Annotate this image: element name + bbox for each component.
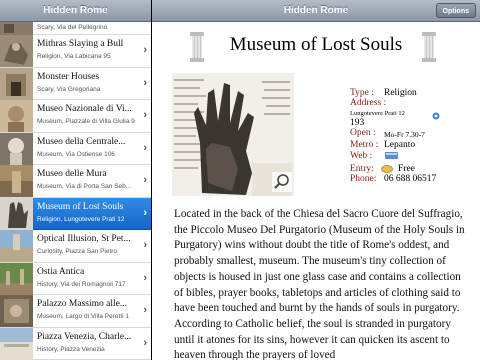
list-item-subtitle: Scary, Via del Pellegrino [37,24,108,31]
thumbnail-image [0,67,33,100]
list-item-title: Piazza Venezia, Charle... [37,331,132,342]
chevron-right-icon: › [143,109,147,121]
list-item[interactable]: Piazza Venezia, Charle... History, Piazz… [0,327,151,360]
list-item-title: Mithras Slaying a Bull [37,39,124,49]
detail-nav-bar: Hidden Rome Options [152,0,480,22]
list-item[interactable]: Mithras Slaying a Bull Religion, Via Lab… [0,35,151,68]
chevron-right-icon: › [143,271,147,284]
chevron-right-icon: › [143,304,147,316]
list-item-subtitle: Museum, Piazzale di Villa Giulia 9 [37,118,135,125]
thumbnail-image [0,22,33,35]
list-item-subtitle: Religion, Via Labicana 95 [37,53,111,60]
list-item-subtitle: Museum, Largo di Villa Peretti 1 [37,313,130,320]
places-list-pane: Hidden Rome Scary, Via del Pellegrino Mi… [0,0,151,360]
thumbnail-image [0,197,33,230]
list-item-title: Museo delle Mura [37,169,107,179]
thumbnail-image [0,165,33,197]
list-item-subtitle: Scary, Via Gregoriana [37,85,101,93]
address-line2: 193 [350,118,365,128]
open-label: Open : [350,128,376,138]
list-item[interactable]: Palazzo Massimo alle... Museum, Largo di… [0,295,151,328]
list-item-title: Museo Nazionale di Vi... [37,104,132,114]
list-item-title: Optical Illusion, St Pet... [37,234,131,244]
list-item[interactable]: Ostia Antica History, Via dei Romagnoli … [0,262,151,295]
chevron-right-icon: › [143,336,147,349]
list-item-subtitle: History, Piazza Venezia [37,345,105,353]
list-item-subtitle: Curiosity, Piazza San Pietro [37,248,118,255]
list-item[interactable]: Scary, Via del Pellegrino [0,22,151,35]
list-item-subtitle: Museum, Via di Porta San Seb... [37,183,132,190]
list-item-subtitle: Religion, Lungotevere Prati 12 [37,215,125,223]
coin-icon [381,165,393,173]
detail-pane: Hidden Rome Options Museum of Lost Souls… [152,0,480,360]
zoom-magnifier-icon[interactable] [272,172,292,192]
phone-label: Phone: [350,174,377,184]
list-item-title: Ostia Antica [37,266,85,277]
chevron-right-icon: › [143,239,147,251]
thumbnail-image [0,262,33,295]
map-pin-icon[interactable] [432,112,440,120]
chevron-right-icon: › [143,141,147,154]
metro-value: Lepanto [384,140,416,150]
thumbnail-image [0,230,33,262]
chevron-right-icon: › [143,206,147,219]
list-item-title: Museo della Centrale... [37,136,126,147]
list-nav-title: Hidden Rome [43,5,108,16]
thumbnail-image [0,100,33,132]
chevron-right-icon: › [143,44,147,56]
places-list: Scary, Via del Pellegrino Mithras Slayin… [0,22,151,360]
thumbnail-image [0,295,33,327]
list-item[interactable]: Museo delle Mura Museum, Via di Porta Sa… [0,165,151,198]
entry-label: Entry: [350,164,374,174]
thumbnail-image [0,327,33,360]
list-item-title: Palazzo Massimo alle... [37,299,127,309]
thumbnail-image [0,35,33,67]
list-item[interactable]: Optical Illusion, St Pet... Curiosity, P… [0,230,151,263]
web-label: Web : [350,151,373,161]
description-text: Located in the back of the Chiesa del Sa… [174,208,465,360]
list-item-title: Museum of Lost Souls [37,201,124,212]
options-button[interactable]: Options [435,3,476,18]
type-label: Type : [350,88,374,98]
type-value: Religion [384,88,417,98]
open-value: Mo-Fr 7.30-7 [384,130,425,139]
entry-value: Free [398,164,415,174]
thumbnail-image [0,132,33,165]
list-item-selected[interactable]: Museum of Lost Souls Religion, Lungoteve… [0,197,151,230]
chevron-right-icon: › [143,76,147,89]
list-item[interactable]: Museo della Centrale... Museum, Via Osti… [0,132,151,165]
address-label: Address : [350,98,387,108]
metro-label: Metro : [350,140,379,150]
list-item-subtitle: History, Via dei Romagnoli 717 [37,280,126,288]
chevron-right-icon: › [143,174,147,186]
detail-nav-title: Hidden Rome [283,5,349,16]
list-item-subtitle: Museum, Via Ostiense 106 [37,150,115,158]
list-item-title: Monster Houses [37,71,100,82]
address-line1: Lungotevere Prati 12 [350,110,405,117]
web-link-icon[interactable] [385,152,398,159]
list-item[interactable]: Museo Nazionale di Vi... Museum, Piazzal… [0,100,151,133]
phone-value[interactable]: 06 688 06517 [384,174,436,184]
column-ornament-icon [422,32,436,62]
list-item[interactable]: Monster Houses Scary, Via Gregoriana › [0,67,151,100]
list-nav-bar: Hidden Rome [0,0,151,22]
